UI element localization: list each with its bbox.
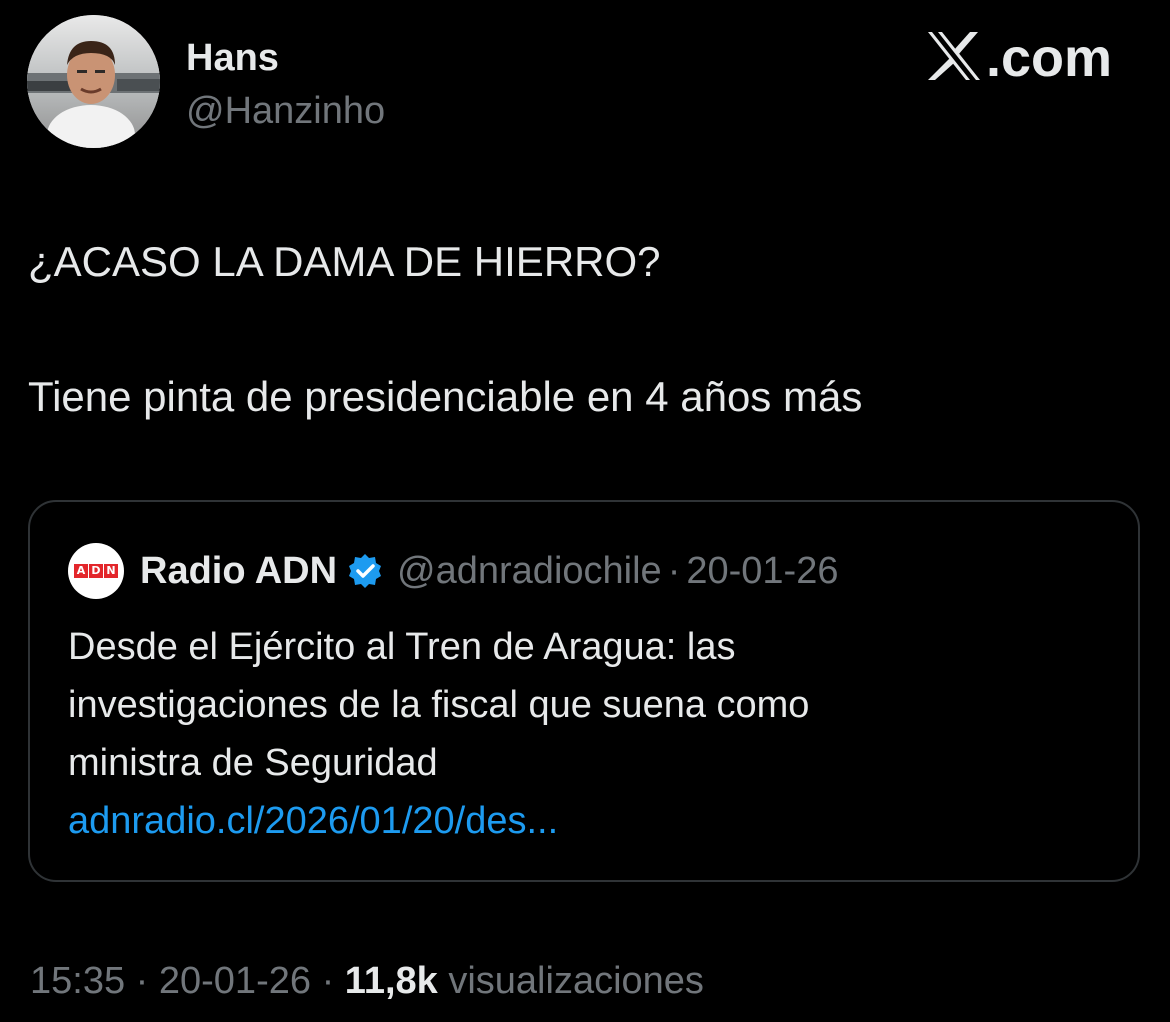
quoted-date[interactable]: 20-01-26 bbox=[686, 550, 838, 593]
meta-separator: · bbox=[321, 960, 335, 1002]
tweet-text-line-1: ¿ACASO LA DAMA DE HIERRO? bbox=[28, 238, 661, 285]
quoted-tweet-header: A D N Radio ADN @adnradiochile · 20-01-2… bbox=[68, 543, 838, 599]
adn-logo-letter: A bbox=[74, 564, 88, 578]
author-handle[interactable]: @Hanzinho bbox=[186, 89, 385, 133]
tweet-meta: 15:35 · 20-01-26 · 11,8k visualizaciones bbox=[30, 958, 704, 1004]
views-count: 11,8k bbox=[344, 960, 438, 1002]
quoted-article-link[interactable]: adnradio.cl/2026/01/20/des... bbox=[68, 792, 809, 850]
x-logo-icon bbox=[926, 30, 982, 87]
quoted-avatar[interactable]: A D N bbox=[68, 543, 124, 599]
site-logo-text: .com bbox=[985, 28, 1112, 88]
quoted-tweet-body: Desde el Ejército al Tren de Aragua: las… bbox=[68, 618, 809, 850]
avatar-photo bbox=[27, 15, 160, 148]
author-display-name[interactable]: Hans bbox=[186, 36, 279, 80]
quoted-text-line: investigaciones de la fiscal que suena c… bbox=[68, 684, 810, 726]
views-label: visualizaciones bbox=[448, 960, 704, 1002]
quoted-separator: · bbox=[667, 549, 681, 592]
tweet-text-line-2: Tiene pinta de presidenciable en 4 años … bbox=[28, 373, 863, 420]
quoted-tweet-card[interactable]: A D N Radio ADN @adnradiochile · 20-01-2… bbox=[28, 500, 1140, 882]
quoted-text-line: ministra de Seguridad bbox=[68, 742, 438, 784]
tweet-time[interactable]: 15:35 bbox=[30, 960, 125, 1002]
quoted-handle[interactable]: @adnradiochile bbox=[397, 550, 662, 593]
quoted-text-line: Desde el Ejército al Tren de Aragua: las bbox=[68, 626, 736, 668]
tweet-date[interactable]: 20-01-26 bbox=[159, 960, 311, 1002]
x-site-logo: .com bbox=[926, 28, 1112, 88]
adn-logo-letter: D bbox=[89, 564, 103, 578]
quoted-display-name[interactable]: Radio ADN bbox=[140, 550, 337, 593]
meta-separator: · bbox=[135, 960, 149, 1002]
adn-logo-icon: A D N bbox=[74, 564, 118, 578]
verified-badge-icon bbox=[347, 553, 383, 589]
author-avatar[interactable] bbox=[27, 15, 160, 148]
adn-logo-letter: N bbox=[104, 564, 118, 578]
